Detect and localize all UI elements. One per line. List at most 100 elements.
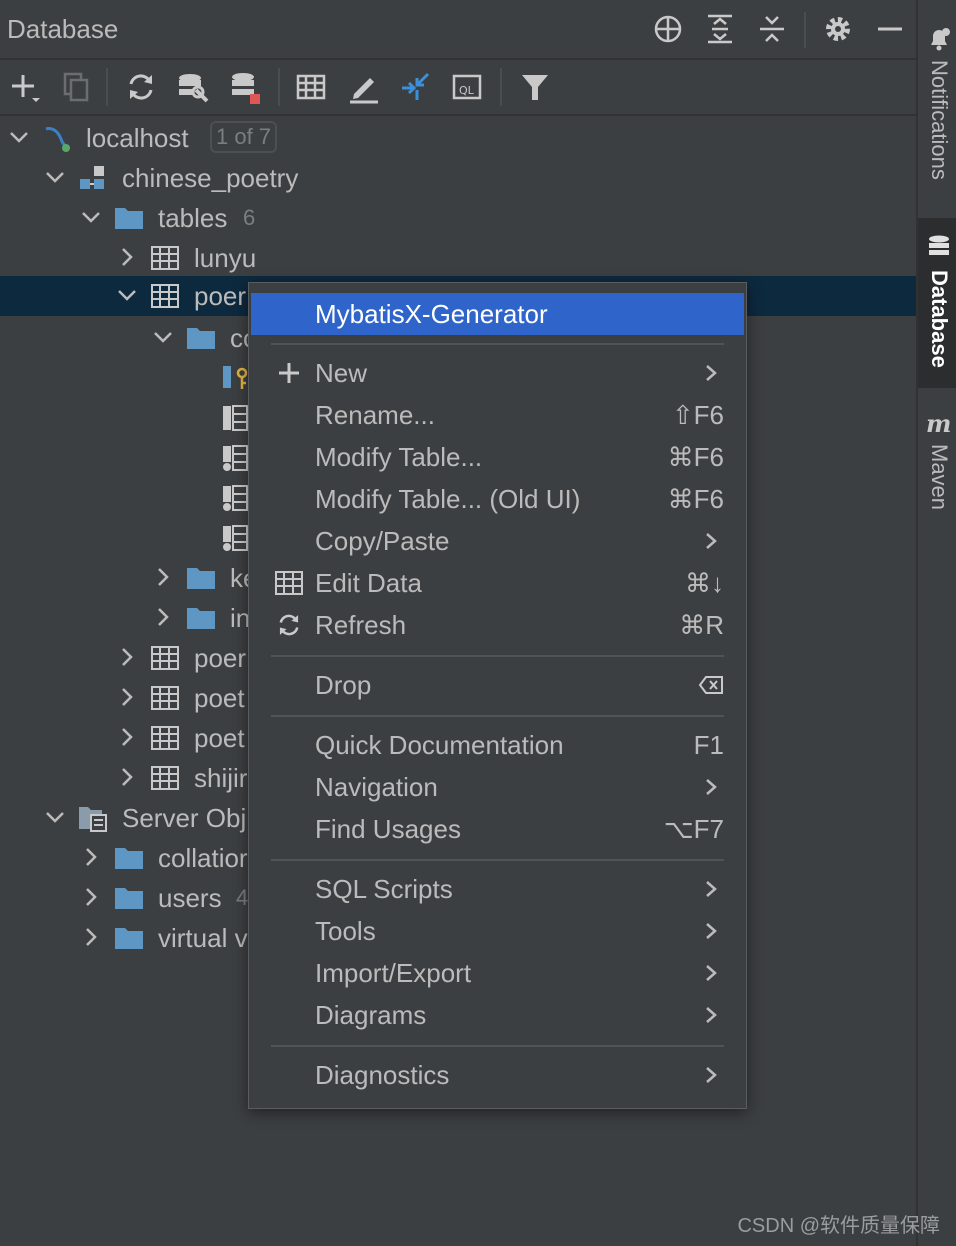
bell-icon	[926, 26, 952, 52]
notifications-tab-label: Notifications	[927, 60, 952, 180]
mysql-icon	[42, 123, 72, 153]
tree-node-label: poer	[194, 281, 247, 311]
header-separator	[804, 12, 806, 48]
database-icon	[926, 234, 952, 260]
chevron-right-icon[interactable]	[114, 724, 140, 750]
menu-item-label: Copy/Paste	[315, 526, 450, 556]
notifications-tab[interactable]: Notifications	[918, 20, 956, 200]
menu-item-edit-data[interactable]: Edit Data ⌘↓	[251, 562, 744, 604]
chevron-right-icon[interactable]	[114, 244, 140, 270]
chevron-right-icon[interactable]	[150, 564, 176, 590]
maven-tab-label: Maven	[927, 444, 952, 511]
gear-icon[interactable]	[822, 13, 854, 45]
menu-item-new[interactable]: New	[251, 352, 744, 394]
chevron-right-icon[interactable]	[114, 764, 140, 790]
database-tab[interactable]: Database	[918, 218, 956, 388]
menu-item-modify-table-old-ui[interactable]: Modify Table... (Old UI) ⌘F6	[251, 478, 744, 520]
expand-all-icon[interactable]	[704, 13, 736, 45]
tree-node-table[interactable]: lunyu	[0, 238, 916, 278]
tree-node-label: tables	[158, 203, 228, 233]
menu-item-label: SQL Scripts	[315, 874, 453, 904]
refresh-icon[interactable]	[124, 70, 158, 104]
tree-node-label: poer	[194, 643, 247, 673]
chevron-right-icon[interactable]	[78, 844, 104, 870]
tree-node-localhost[interactable]: localhost 1 of 7	[0, 118, 916, 158]
filter-icon[interactable]	[518, 70, 552, 104]
table-icon	[150, 683, 180, 713]
menu-item-import-export[interactable]: Import/Export	[251, 952, 744, 994]
chevron-right-icon	[700, 529, 722, 553]
menu-item-label: Modify Table... (Old UI)	[315, 484, 581, 514]
column-icon	[220, 483, 250, 513]
menu-item-copy-paste[interactable]: Copy/Paste	[251, 520, 744, 562]
chevron-right-icon	[700, 1003, 722, 1027]
column-icon	[220, 443, 250, 473]
menu-item-modify-table[interactable]: Modify Table... ⌘F6	[251, 436, 744, 478]
database-toolbar: QL	[0, 60, 916, 116]
menu-item-diagnostics[interactable]: Diagnostics	[251, 1054, 744, 1096]
menu-item-refresh[interactable]: Refresh ⌘R	[251, 604, 744, 646]
chevron-right-icon[interactable]	[78, 924, 104, 950]
chevron-right-icon[interactable]	[150, 604, 176, 630]
edit-icon[interactable]	[346, 70, 380, 104]
menu-item-shortcut: ⇧F6	[671, 400, 724, 430]
toolbar-separator	[500, 68, 502, 106]
chevron-down-icon[interactable]	[78, 204, 104, 230]
data-source-properties-icon[interactable]	[176, 70, 210, 104]
menu-item-label: Find Usages	[315, 814, 461, 844]
chevron-right-icon	[700, 1063, 722, 1087]
menu-item-navigation[interactable]: Navigation	[251, 766, 744, 808]
chevron-down-icon[interactable]	[6, 124, 32, 150]
chevron-right-icon[interactable]	[114, 684, 140, 710]
minimize-icon[interactable]	[874, 13, 906, 45]
column-icon	[220, 523, 250, 553]
chevron-down-icon[interactable]	[150, 324, 176, 350]
chevron-right-icon[interactable]	[78, 884, 104, 910]
menu-separator	[271, 715, 724, 717]
maven-tab[interactable]: m Maven	[918, 404, 956, 524]
tree-node-label: chinese_poetry	[122, 163, 299, 193]
query-console-icon[interactable]: QL	[450, 70, 484, 104]
table-icon	[150, 643, 180, 673]
toolbar-separator	[278, 68, 280, 106]
watermark: CSDN @软件质量保障	[737, 1215, 940, 1237]
folder-icon	[114, 883, 144, 913]
chevron-right-icon	[700, 877, 722, 901]
menu-item-sql-scripts[interactable]: SQL Scripts	[251, 868, 744, 910]
chevron-right-icon[interactable]	[114, 644, 140, 670]
menu-item-find-usages[interactable]: Find Usages ⌥F7	[251, 808, 744, 850]
add-icon[interactable]	[8, 70, 42, 104]
menu-item-quick-documentation[interactable]: Quick Documentation F1	[251, 724, 744, 766]
chevron-down-icon[interactable]	[114, 282, 140, 308]
chevron-down-icon[interactable]	[42, 164, 68, 190]
menu-item-shortcut: ⌘F6	[667, 442, 724, 472]
target-icon[interactable]	[652, 13, 684, 45]
duplicate-icon[interactable]	[60, 70, 94, 104]
folder-icon	[186, 563, 216, 593]
tree-node-label: poet	[194, 683, 245, 713]
chevron-down-icon[interactable]	[42, 804, 68, 830]
menu-item-drop[interactable]: Drop	[251, 664, 744, 706]
tool-window-header: Database	[0, 0, 916, 60]
tree-node-schema[interactable]: chinese_poetry	[0, 158, 916, 198]
chevron-right-icon	[700, 919, 722, 943]
menu-item-label: New	[315, 358, 368, 388]
schema-icon	[78, 163, 108, 193]
refresh-icon	[275, 611, 303, 639]
menu-item-label: MybatisX-Generator	[315, 299, 548, 329]
menu-item-rename[interactable]: Rename... ⇧F6	[251, 394, 744, 436]
menu-item-label: Drop	[315, 670, 372, 700]
server-objects-icon	[78, 803, 108, 833]
menu-item-mybatisx-generator[interactable]: MybatisX-Generator	[251, 293, 744, 335]
jump-icon[interactable]	[398, 70, 432, 104]
menu-item-tools[interactable]: Tools	[251, 910, 744, 952]
tree-node-label: Server Obj	[122, 803, 247, 833]
svg-text:QL: QL	[459, 84, 475, 97]
menu-item-diagrams[interactable]: Diagrams	[251, 994, 744, 1036]
collapse-all-icon[interactable]	[756, 13, 788, 45]
chevron-right-icon	[700, 775, 722, 799]
tree-node-tables-folder[interactable]: tables 6	[0, 198, 916, 238]
table-icon[interactable]	[294, 70, 328, 104]
stop-icon[interactable]	[228, 70, 262, 104]
tree-node-label: users	[158, 883, 222, 913]
